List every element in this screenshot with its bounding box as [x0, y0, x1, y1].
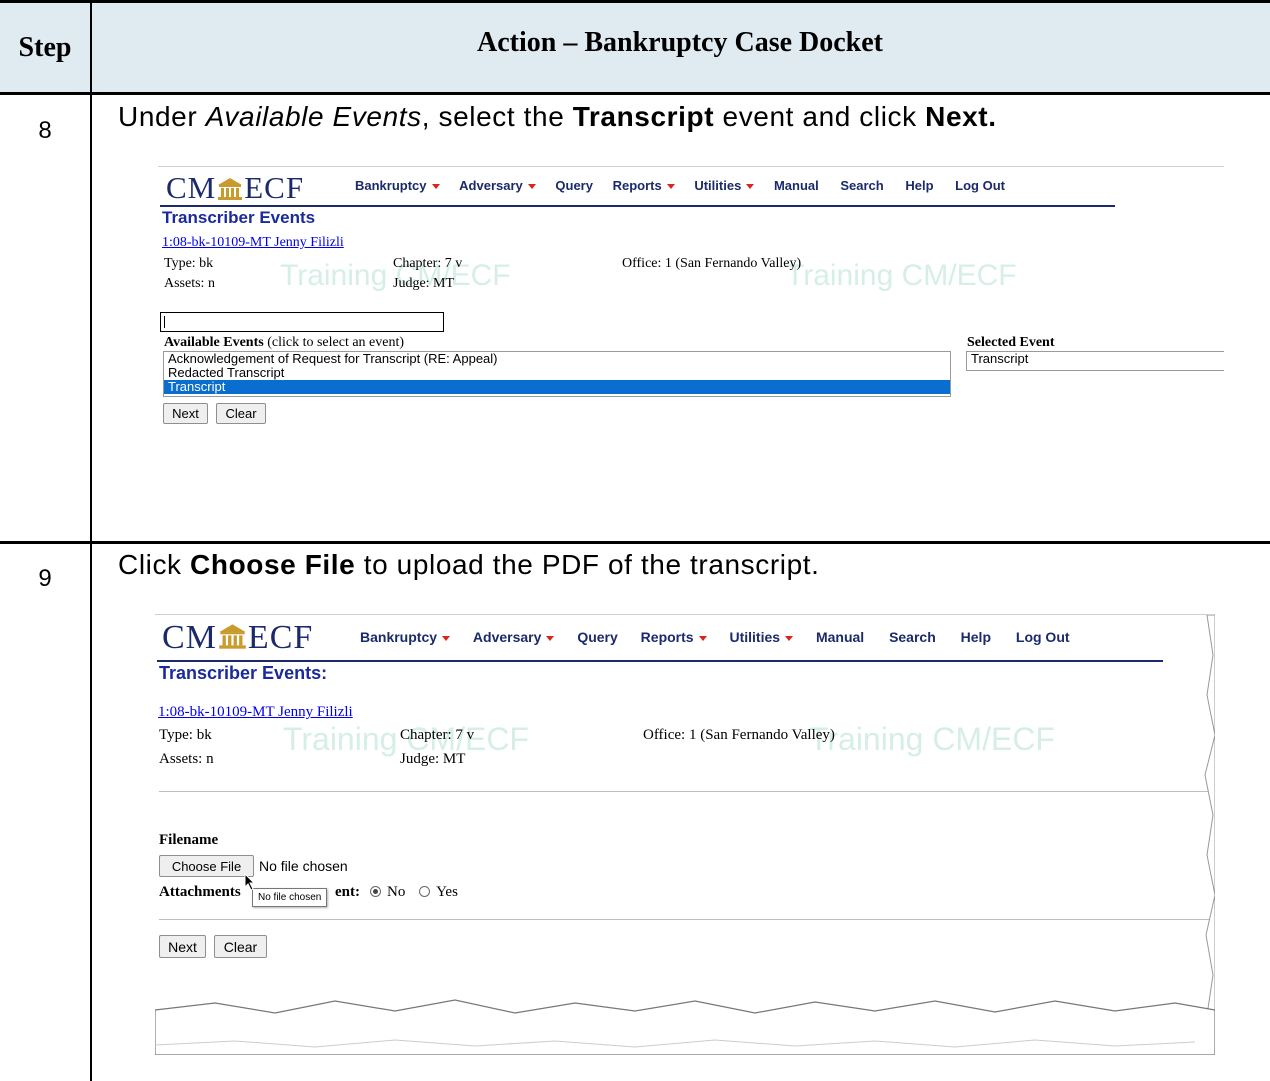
step-number: 8: [38, 117, 52, 144]
main-menu: Bankruptcy Adversary Query Reports Utili…: [355, 178, 1005, 193]
courthouse-icon: [216, 173, 244, 209]
case-link[interactable]: 1:08-bk-10109-MT Jenny Filizli: [162, 235, 344, 251]
action-column-header: Action – Bankruptcy Case Docket: [477, 27, 883, 58]
next-button[interactable]: Next: [163, 403, 208, 424]
procedure-table: Step Action – Bankruptcy Case Docket 8 U…: [0, 0, 1270, 1081]
menu-utilities[interactable]: Utilities: [694, 178, 755, 193]
step-instruction: Under Available Events, select the Trans…: [118, 101, 997, 132]
selected-event-label: Selected Event: [967, 335, 1055, 350]
step-column-header: Step: [18, 31, 72, 63]
clear-button[interactable]: Clear: [216, 403, 266, 424]
available-events-list[interactable]: Acknowledgement of Request for Transcrip…: [163, 351, 951, 397]
table-header: Step Action – Bankruptcy Case Docket: [0, 0, 1270, 95]
watermark: Training CM/ECF: [786, 259, 1017, 292]
menu-bankruptcy[interactable]: Bankruptcy: [355, 178, 440, 193]
menu-reports[interactable]: Reports: [613, 178, 675, 193]
selected-event-list[interactable]: Transcript: [966, 351, 1224, 371]
case-office: Office: 1 (San Fernando Valley): [622, 256, 802, 271]
case-type: Type: bk: [164, 256, 214, 271]
event-option[interactable]: Acknowledgement of Request for Transcrip…: [164, 352, 950, 366]
case-assets: Assets: n: [164, 276, 215, 291]
cmecf-logo: CM ECF: [166, 170, 304, 209]
menu-help[interactable]: Help: [905, 178, 933, 193]
row-divider: [0, 541, 1270, 544]
torn-edge: [155, 615, 1215, 1055]
case-chapter: Chapter: 7 v: [393, 256, 463, 271]
text-cursor: [164, 316, 165, 328]
menu-search[interactable]: Search: [840, 178, 883, 193]
available-events-label: Available Events (click to select an eve…: [164, 335, 405, 350]
case-judge: Judge: MT: [393, 276, 455, 291]
event-filter-input[interactable]: [160, 312, 444, 332]
menu-manual[interactable]: Manual: [774, 178, 819, 193]
event-option-selected[interactable]: Transcript: [164, 380, 950, 394]
event-option[interactable]: Redacted Transcript: [164, 366, 950, 380]
step-instruction: Click Choose File to upload the PDF of t…: [118, 549, 820, 580]
menu-log-out[interactable]: Log Out: [955, 178, 1005, 193]
cmecf-screenshot: CM ECF Bankruptcy Adversary Query Reports…: [158, 166, 1224, 507]
menu-adversary[interactable]: Adversary: [459, 178, 536, 193]
cmecf-screenshot: CM ECF Bankruptcy Adversary Query Reports…: [155, 614, 1215, 1055]
nav-underline: [160, 205, 1115, 207]
page-title: Transcriber Events: [162, 208, 316, 227]
step-number: 9: [38, 565, 52, 592]
selected-event-option[interactable]: Transcript: [967, 352, 1224, 366]
menu-query[interactable]: Query: [555, 178, 593, 193]
